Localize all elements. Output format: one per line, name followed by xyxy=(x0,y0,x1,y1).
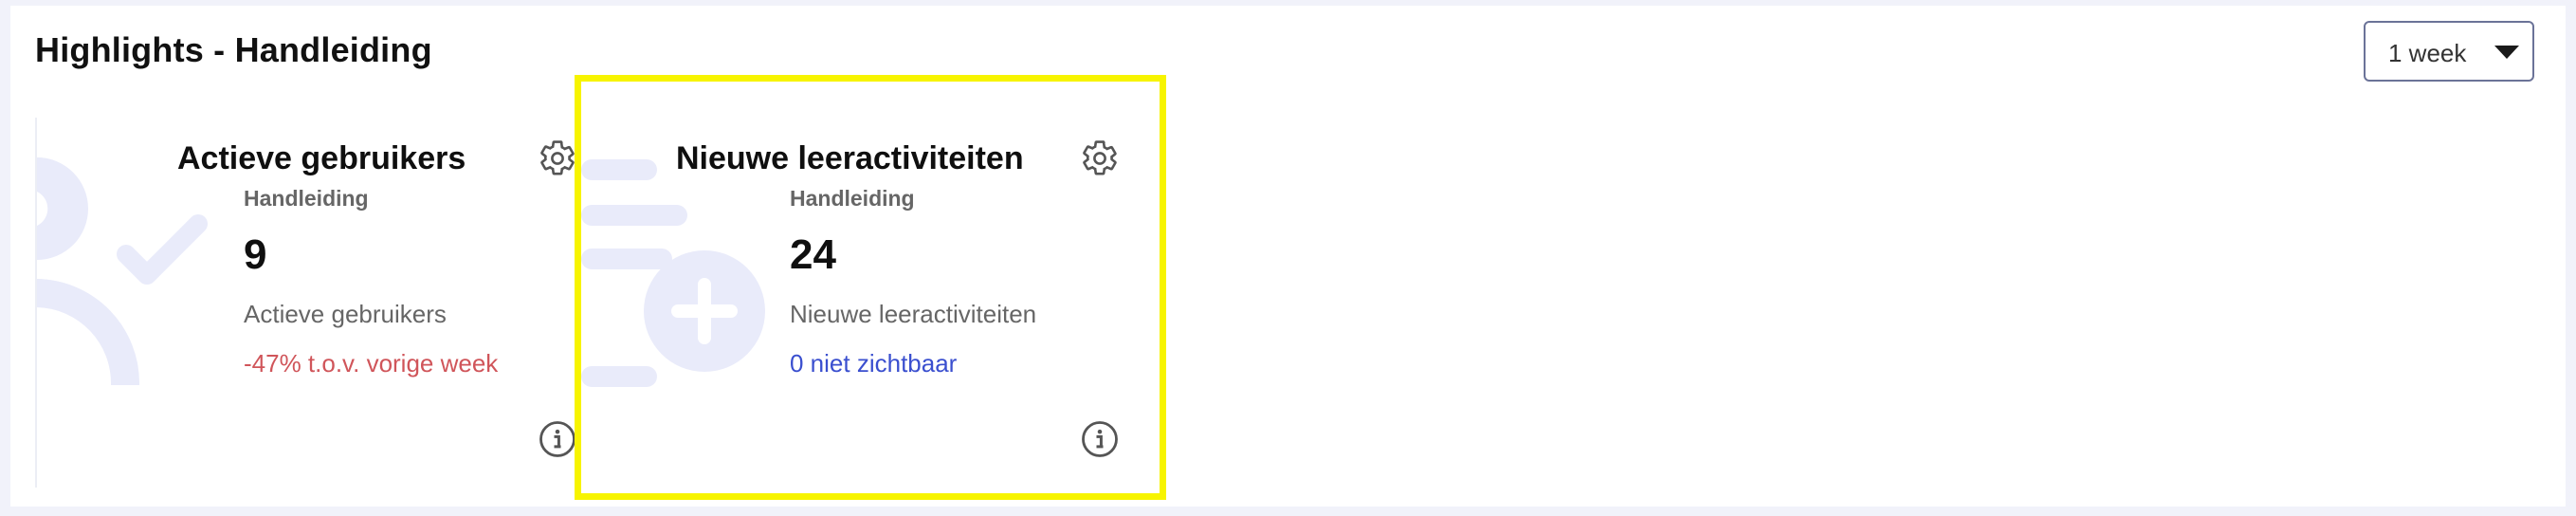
card-title: Nieuwe leeractiviteiten xyxy=(676,140,1024,176)
card-metric-label: Nieuwe leeractiviteiten xyxy=(790,300,1037,328)
gear-icon[interactable] xyxy=(1080,138,1120,178)
caret-down-icon xyxy=(2494,46,2519,59)
card-trend-note: -47% t.o.v. vorige week xyxy=(244,349,499,378)
hidden-count-link[interactable]: 0 niet zichtbaar xyxy=(790,349,957,378)
card-title: Actieve gebruikers xyxy=(177,140,466,176)
card-subtitle: Handleiding xyxy=(244,186,369,211)
card-metric-label: Actieve gebruikers xyxy=(244,300,447,328)
period-select[interactable]: 1 week xyxy=(2364,21,2534,82)
info-icon[interactable] xyxy=(1080,419,1120,459)
card-new-learning-activities: Nieuwe leeractiviteiten Handleiding 24 N… xyxy=(579,118,1148,488)
card-value: 9 xyxy=(244,231,267,278)
highlights-panel: Highlights - Handleiding 1 week Actieve … xyxy=(10,6,2566,507)
period-select-value: 1 week xyxy=(2388,39,2467,67)
card-active-users: Actieve gebruikers Handleiding 9 Actieve… xyxy=(35,118,577,488)
card-subtitle: Handleiding xyxy=(790,186,915,211)
gear-icon[interactable] xyxy=(538,138,577,178)
card-value: 24 xyxy=(790,231,836,278)
page-title: Highlights - Handleiding xyxy=(35,30,432,69)
info-icon[interactable] xyxy=(538,419,577,459)
